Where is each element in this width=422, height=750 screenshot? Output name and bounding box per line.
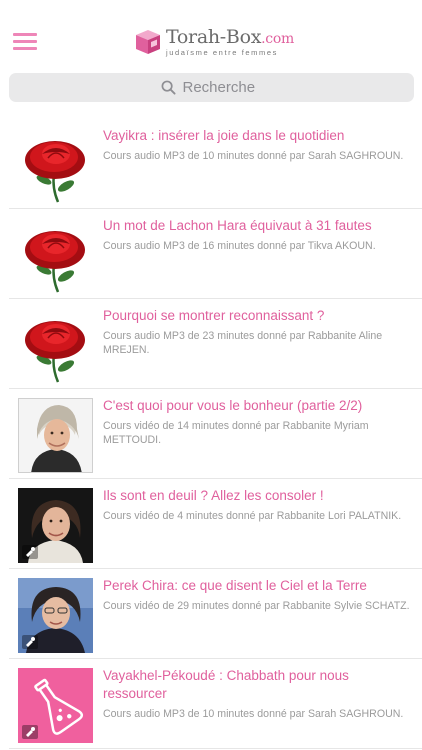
video-icon bbox=[22, 635, 38, 649]
list-item[interactable]: Perek Chira: ce que disent le Ciel et la… bbox=[9, 569, 422, 659]
list-item[interactable]: C'est quoi pour vous le bonheur (partie … bbox=[9, 389, 422, 479]
torah-box-logo[interactable]: Torah-Box.com judaïsme entre femmes bbox=[135, 28, 294, 60]
item-description: Cours vidéo de 4 minutes donné par Rabba… bbox=[103, 510, 402, 522]
list-item[interactable]: Un mot de Lachon Hara équivaut à 31 faut… bbox=[9, 209, 422, 299]
item-title[interactable]: C'est quoi pour vous le bonheur (partie … bbox=[103, 397, 413, 415]
item-description: Cours vidéo de 14 minutes donné par Rabb… bbox=[103, 420, 369, 446]
rose-thumbnail bbox=[18, 128, 93, 203]
rose-thumbnail bbox=[18, 308, 93, 383]
video-icon bbox=[22, 725, 38, 739]
speaker-photo bbox=[18, 578, 93, 653]
rose-thumbnail bbox=[18, 218, 93, 293]
list-item[interactable]: Vayikra : insérer la joie dans le quotid… bbox=[9, 119, 422, 209]
item-title[interactable]: Un mot de Lachon Hara équivaut à 31 faut… bbox=[103, 217, 413, 235]
speaker-photo bbox=[18, 398, 93, 473]
item-title[interactable]: Perek Chira: ce que disent le Ciel et la… bbox=[103, 577, 413, 595]
item-description: Cours audio MP3 de 10 minutes donné par … bbox=[103, 150, 404, 162]
logo-domain: .com bbox=[261, 31, 294, 47]
menu-icon[interactable] bbox=[13, 33, 37, 51]
search-input[interactable] bbox=[182, 79, 263, 96]
search-bar[interactable] bbox=[9, 73, 414, 102]
item-description: Cours audio MP3 de 23 minutes donné par … bbox=[103, 330, 383, 356]
cube-logo-icon bbox=[136, 30, 160, 54]
list-item[interactable]: Pourquoi se montrer reconnaissant ? Cour… bbox=[9, 299, 422, 389]
item-title[interactable]: Vayakhel-Pékoudé : Chabbath pour nous re… bbox=[103, 667, 413, 703]
list-item[interactable]: Ils sont en deuil ? Allez les consoler !… bbox=[9, 479, 422, 569]
logo-tagline: judaïsme entre femmes bbox=[166, 48, 278, 57]
header-bar: Torah-Box.com judaïsme entre femmes bbox=[0, 0, 422, 68]
item-title[interactable]: Pourquoi se montrer reconnaissant ? bbox=[103, 307, 413, 325]
logo-name: Torah-Box bbox=[166, 26, 262, 48]
item-description: Cours audio MP3 de 10 minutes donné par … bbox=[103, 708, 404, 720]
speaker-photo bbox=[18, 488, 93, 563]
search-icon bbox=[161, 80, 176, 95]
list-item[interactable]: Vayakhel-Pékoudé : Chabbath pour nous re… bbox=[9, 659, 422, 749]
item-description: Cours vidéo de 29 minutes donné par Rabb… bbox=[103, 600, 410, 612]
flask-thumbnail bbox=[18, 668, 93, 743]
lesson-list: Vayikra : insérer la joie dans le quotid… bbox=[0, 119, 422, 749]
item-description: Cours audio MP3 de 16 minutes donné par … bbox=[103, 240, 376, 252]
item-title[interactable]: Ils sont en deuil ? Allez les consoler ! bbox=[103, 487, 413, 505]
video-icon bbox=[22, 545, 38, 559]
item-title[interactable]: Vayikra : insérer la joie dans le quotid… bbox=[103, 127, 413, 145]
